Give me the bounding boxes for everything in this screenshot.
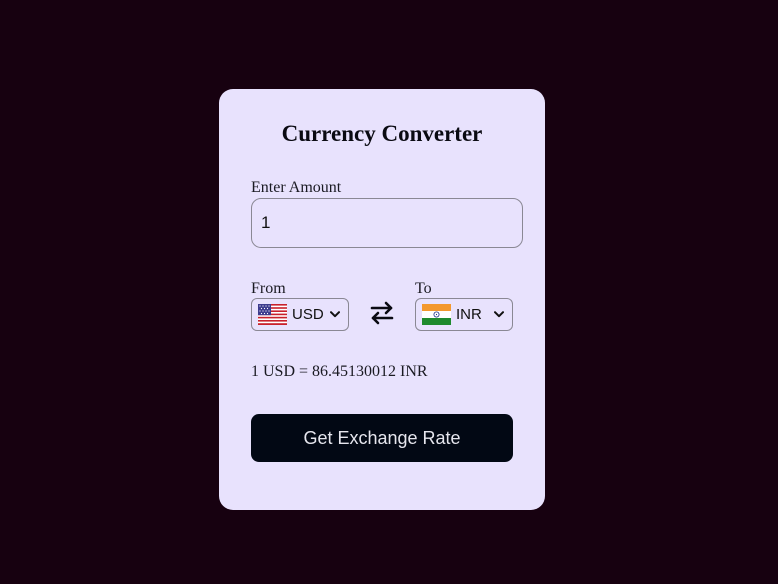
chevron-down-icon xyxy=(330,311,340,318)
from-currency-code: USD xyxy=(292,306,324,323)
from-currency-select[interactable]: USD xyxy=(251,298,349,331)
to-label: To xyxy=(415,280,432,297)
from-label: From xyxy=(251,280,286,297)
get-exchange-rate-button[interactable]: Get Exchange Rate xyxy=(251,414,513,462)
amount-input[interactable] xyxy=(251,198,523,248)
chevron-down-icon xyxy=(494,311,504,318)
page-title: Currency Converter xyxy=(281,121,483,146)
converter-card: Currency Converter Enter Amount From USD xyxy=(219,89,545,510)
to-currency-select[interactable]: INR xyxy=(415,298,513,331)
swap-arrows-icon[interactable] xyxy=(370,300,394,326)
india-flag-icon xyxy=(422,304,451,325)
us-flag-icon xyxy=(258,304,287,325)
amount-label: Enter Amount xyxy=(251,179,342,196)
exchange-rate-text: 1 USD = 86.45130012 INR xyxy=(251,363,428,380)
to-currency-code: INR xyxy=(456,306,482,323)
